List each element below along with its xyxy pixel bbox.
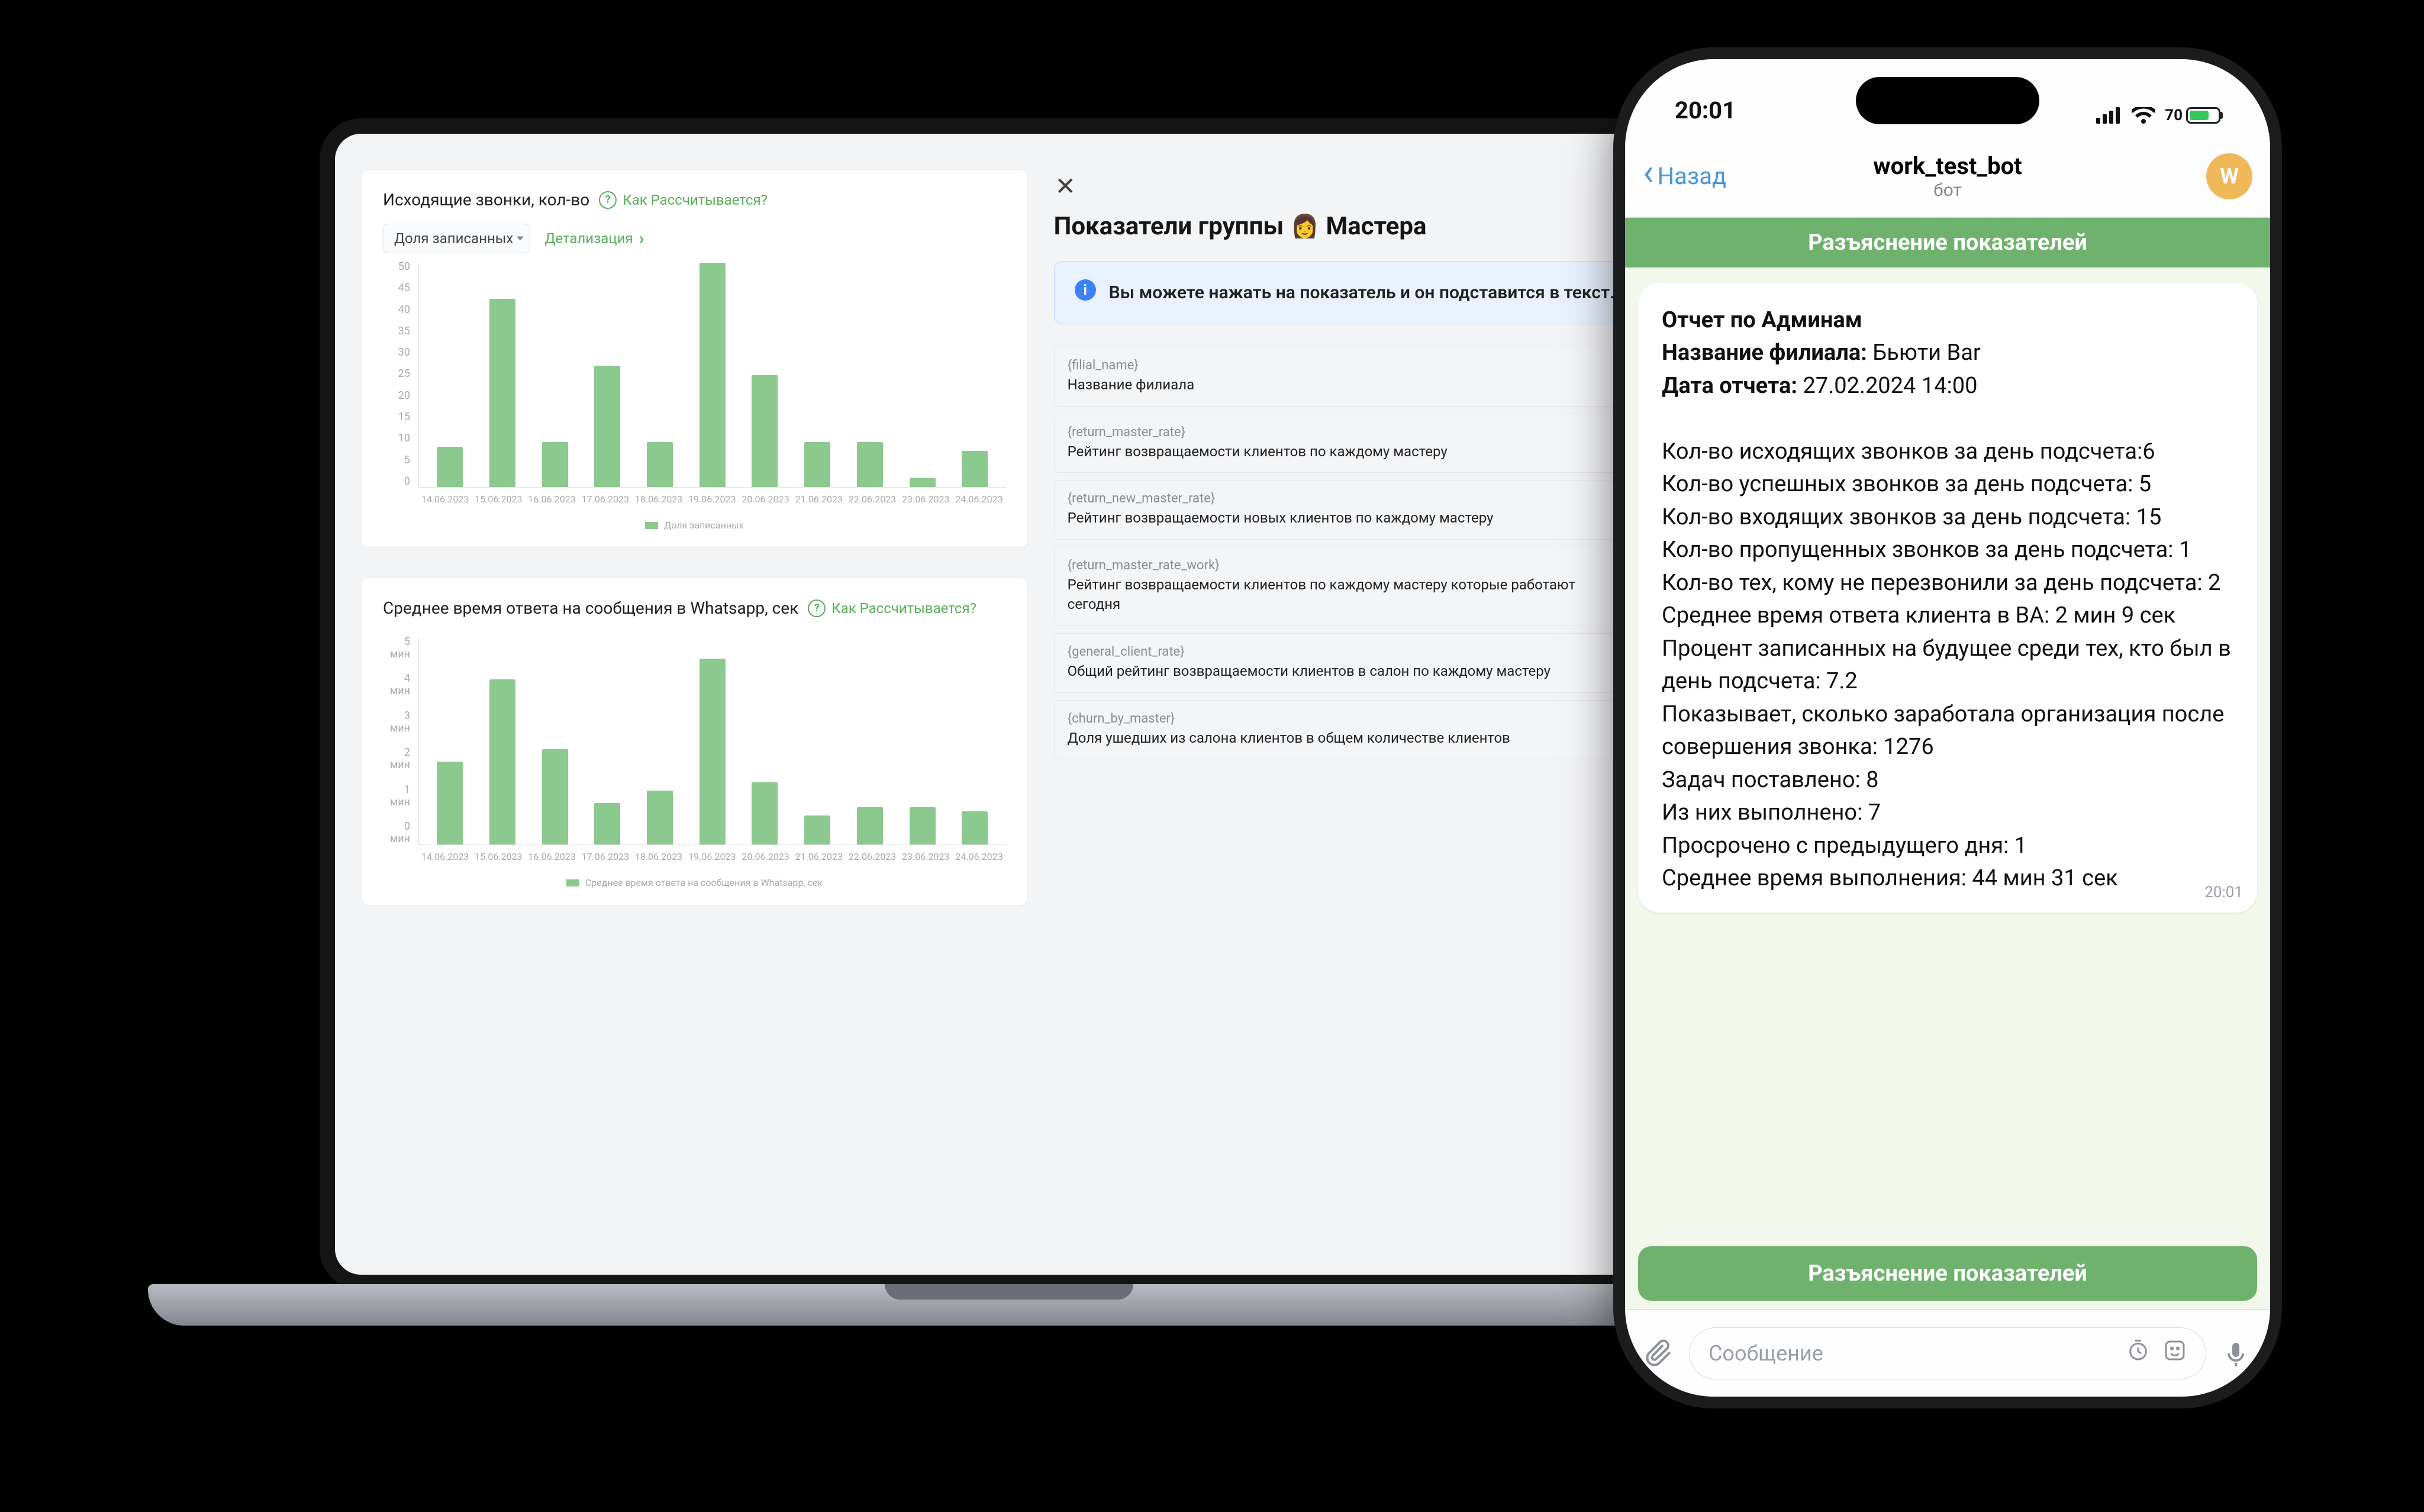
attach-icon[interactable] xyxy=(1642,1336,1677,1371)
help-link[interactable]: Как Рассчитывается? xyxy=(599,191,768,209)
metric-code: {return_new_master_rate} xyxy=(1068,491,1623,506)
wifi-icon xyxy=(2132,107,2155,124)
reply-keyboard: Разъяснение показателей xyxy=(1625,1238,2270,1309)
report-line: Из них выполнено: 7 xyxy=(1662,797,2233,829)
chart-panel-whatsapp-time: Среднее время ответа на сообщения в What… xyxy=(361,578,1028,905)
keyboard-button[interactable]: Разъяснение показателей xyxy=(1638,1246,2257,1301)
avatar[interactable]: W xyxy=(2206,153,2252,199)
metric-row[interactable]: {return_master_rate} Рейтинг возвращаемос… xyxy=(1054,414,1657,473)
dashboard-screen: Исходящие звонки, кол-во Как Рассчитывае… xyxy=(335,134,1683,1275)
chart-legend: Доля записанных xyxy=(383,520,1006,531)
metric-code: {return_master_rate_work} xyxy=(1068,558,1623,573)
laptop-mockup: Исходящие звонки, кол-во Как Рассчитывае… xyxy=(296,118,1722,1361)
report-line: Задач поставлено: 8 xyxy=(1662,764,2233,797)
mic-icon[interactable] xyxy=(2218,1336,2254,1371)
bar xyxy=(752,782,778,844)
metric-select[interactable]: Доля записанных xyxy=(383,224,530,253)
bar xyxy=(804,815,830,844)
bar-chart-2: 5 мин4 мин3 мин2 мин1 мин0 мин 14.06.202… xyxy=(383,636,1006,872)
report-line: Среднее время ответа клиента в ВА: 2 мин… xyxy=(1662,599,2233,632)
report-line: Кол-во исходящих звонков за день подсчет… xyxy=(1662,436,2233,468)
chat-title: work_test_bot xyxy=(1873,152,2022,180)
phone-mockup: 20:01 70 Назад work_test_bot бот W Разъя… xyxy=(1613,47,2282,1408)
metric-label: Название филиала xyxy=(1068,375,1623,395)
bar xyxy=(804,442,830,487)
message-bubble: Отчет по Админам Название филиала: Бьюти… xyxy=(1638,283,2257,913)
bar-chart-1: 50454035302520151050 14.06.202315.06.202… xyxy=(383,260,1006,515)
cellular-icon xyxy=(2096,107,2122,124)
bar xyxy=(752,375,778,488)
help-link[interactable]: Как Рассчитывается? xyxy=(808,599,976,617)
report-line: Просрочено с предыдущего дня: 1 xyxy=(1662,830,2233,862)
telegram-header: Назад work_test_bot бот W xyxy=(1625,135,2270,218)
metric-label: Доля ушедших из салона клиентов в общем … xyxy=(1068,728,1623,749)
group-title: Показатели группы 👩 Мастера xyxy=(1054,212,1657,241)
chart-legend: Среднее время ответа на сообщения в What… xyxy=(383,877,1006,888)
chart-title: Исходящие звонки, кол-во xyxy=(383,190,589,209)
bar xyxy=(542,442,568,487)
bar xyxy=(962,811,988,844)
bar xyxy=(857,442,883,487)
back-button[interactable]: Назад xyxy=(1643,162,1726,190)
report-line: Кол-во успешных звонков за день подсчета… xyxy=(1662,468,2233,501)
metric-row[interactable]: {filial_name}Название филиала+ xyxy=(1054,347,1657,407)
metric-row[interactable]: {return_master_rate_work} Рейтинг возвращ… xyxy=(1054,547,1657,626)
report-line: Среднее время выполнения: 44 мин 31 сек xyxy=(1662,862,2233,895)
bar xyxy=(489,299,515,487)
bar xyxy=(489,679,515,844)
metric-code: {filial_name} xyxy=(1068,358,1623,373)
info-box: i Вы можете нажать на показатель и он по… xyxy=(1054,261,1657,324)
report-line: Показывает, сколько заработала организац… xyxy=(1662,698,2233,764)
report-line: Кол-во пропущенных звонков за день подсч… xyxy=(1662,534,2233,566)
metric-row[interactable]: {churn_by_master} Доля ушедших из салона … xyxy=(1054,700,1657,760)
chart-panel-outgoing-calls: Исходящие звонки, кол-во Как Рассчитывае… xyxy=(361,169,1028,548)
metric-label: Рейтинг возвращаемости клиентов по каждо… xyxy=(1068,575,1623,615)
chart-title: Среднее время ответа на сообщения в What… xyxy=(383,598,798,618)
input-bar: Сообщение xyxy=(1625,1309,2270,1397)
bar xyxy=(700,263,726,487)
bar xyxy=(647,791,673,844)
bar xyxy=(910,478,936,487)
bar xyxy=(647,442,673,487)
bar xyxy=(437,447,463,487)
metric-label: Рейтинг возвращаемости клиентов по каждо… xyxy=(1068,442,1623,462)
report-line: Кол-во входящих звонков за день подсчета… xyxy=(1662,501,2233,534)
metric-code: {churn_by_master} xyxy=(1068,711,1623,726)
report-line: Процент записанных на будущее среди тех,… xyxy=(1662,633,2233,698)
message-timestamp: 20:01 xyxy=(2204,882,2243,904)
metric-row[interactable]: {return_new_master_rate} Рейтинг возвраща… xyxy=(1054,480,1657,540)
metric-label: Общий рейтинг возвращаемости клиентов в … xyxy=(1068,662,1623,682)
bar xyxy=(594,366,620,487)
stopwatch-icon[interactable] xyxy=(2126,1339,2150,1368)
metric-row[interactable]: {general_client_rate} Общий рейтинг возвр… xyxy=(1054,633,1657,693)
metric-code: {return_master_rate} xyxy=(1068,425,1623,440)
clock: 20:01 xyxy=(1675,96,1736,124)
message-input[interactable]: Сообщение xyxy=(1689,1327,2206,1379)
report-line: Кол-во тех, кому не перезвонили за день … xyxy=(1662,567,2233,599)
laptop-base xyxy=(148,1284,1870,1326)
close-icon[interactable]: ✕ xyxy=(1054,169,1657,206)
sticker-icon[interactable] xyxy=(2163,1339,2187,1368)
bar xyxy=(542,749,568,844)
bar xyxy=(700,659,726,844)
bar xyxy=(594,803,620,844)
face-icon: 👩 xyxy=(1291,214,1319,240)
pinned-banner[interactable]: Разъяснение показателей xyxy=(1625,218,2270,267)
bar xyxy=(857,807,883,844)
battery-icon: 70 xyxy=(2165,107,2220,124)
bar xyxy=(437,762,463,844)
detail-link[interactable]: Детализация xyxy=(544,228,644,249)
chat-body[interactable]: Отчет по Админам Название филиала: Бьюти… xyxy=(1625,267,2270,1243)
bar xyxy=(962,451,988,487)
bar xyxy=(910,807,936,844)
metric-label: Рейтинг возвращаемости новых клиентов по… xyxy=(1068,508,1623,528)
metric-code: {general_client_rate} xyxy=(1068,644,1623,659)
info-icon: i xyxy=(1075,279,1096,301)
dynamic-island xyxy=(1856,77,2039,124)
chat-subtitle: бот xyxy=(1933,180,1962,201)
